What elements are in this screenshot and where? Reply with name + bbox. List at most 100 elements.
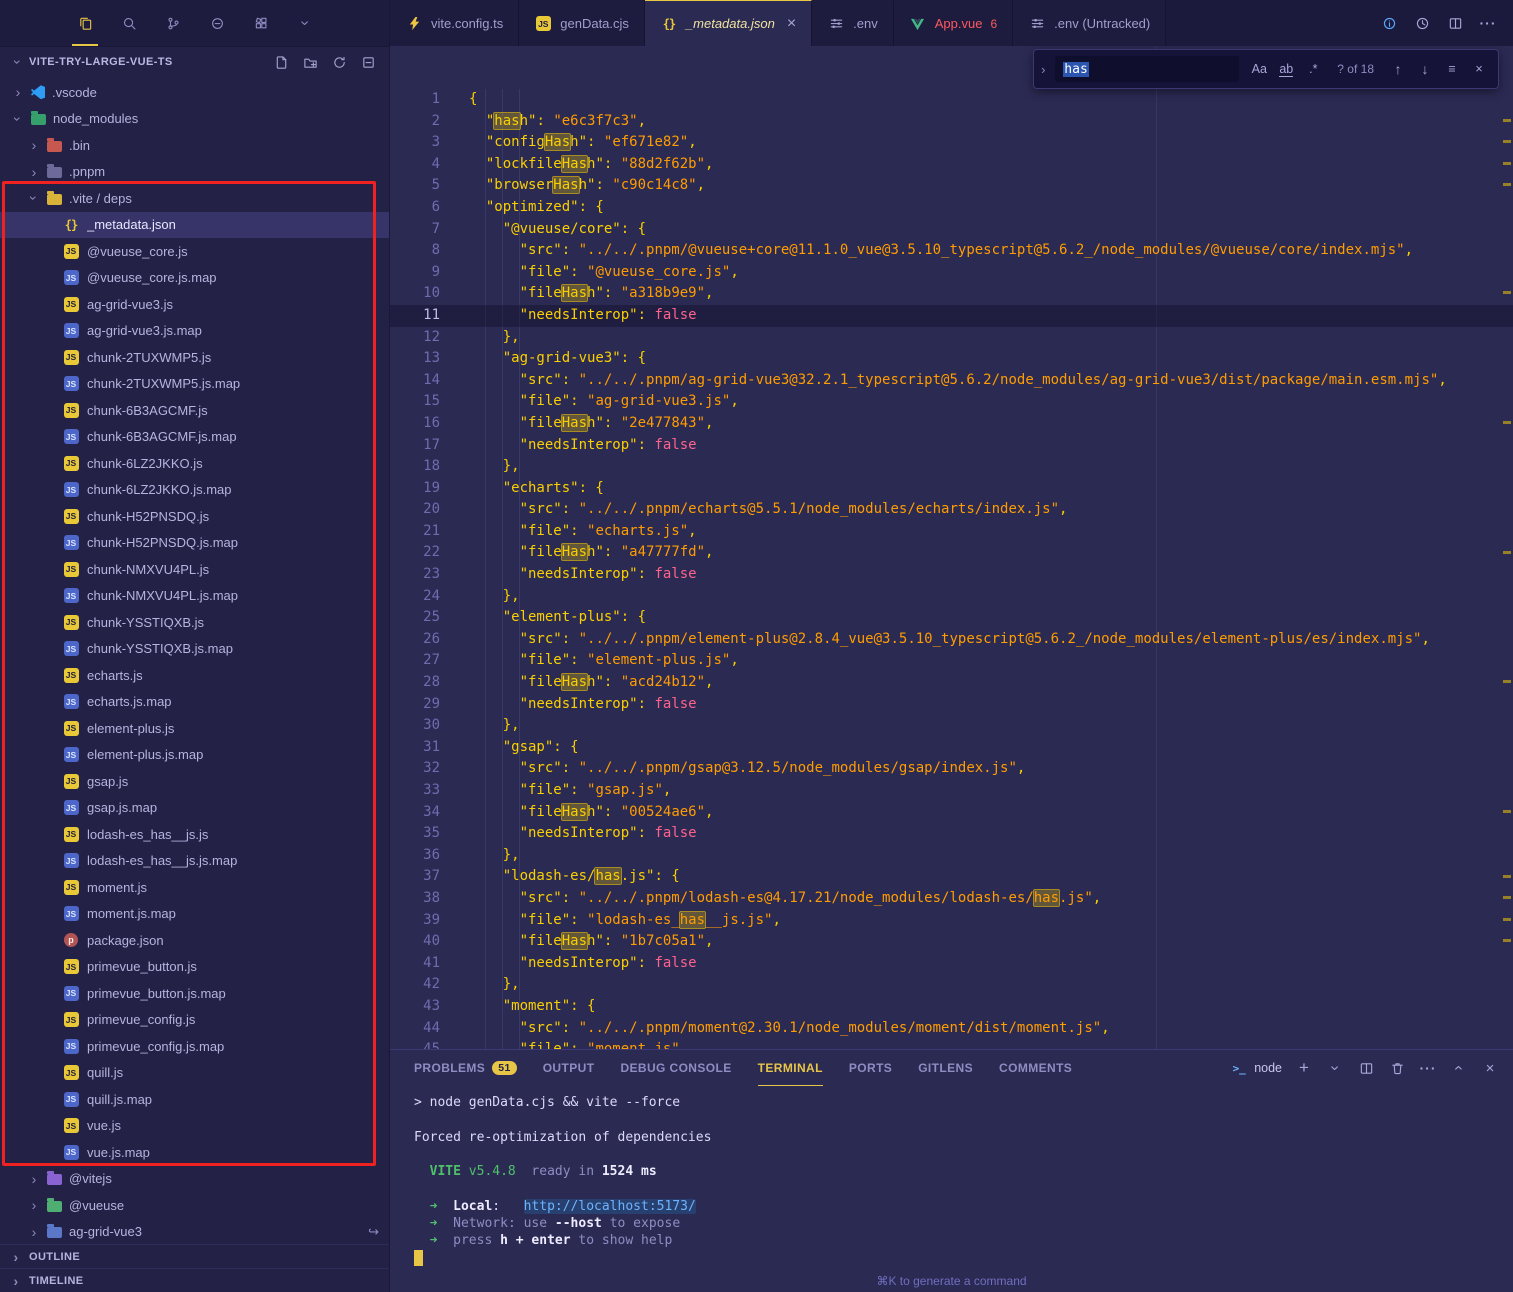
code-line[interactable]: 10 "fileHash": "a318b9e9", [390, 283, 1513, 305]
panel-tab-terminal[interactable]: TERMINAL [758, 1050, 823, 1086]
tree-item-quill-js[interactable]: JSquill.js [0, 1060, 389, 1087]
next-match-button[interactable]: ↓ [1414, 61, 1436, 77]
code-line[interactable]: 19 "echarts": { [390, 478, 1513, 500]
tree-item-primevue-config-js-map[interactable]: JSprimevue_config.js.map [0, 1033, 389, 1060]
tree-item-chunk-6lz2jkko-js[interactable]: JSchunk-6LZ2JKKO.js [0, 450, 389, 477]
tree-item-ag-grid-vue3-js-map[interactable]: JSag-grid-vue3.js.map [0, 318, 389, 345]
tree-item-element-plus-js[interactable]: JSelement-plus.js [0, 715, 389, 742]
code-line[interactable]: 18 }, [390, 456, 1513, 478]
new-folder-icon[interactable] [301, 53, 319, 71]
code-line[interactable]: 15 "file": "ag-grid-vue3.js", [390, 391, 1513, 413]
code-line[interactable]: 44 "src": "../../.pnpm/moment@2.30.1/nod… [390, 1018, 1513, 1040]
close-icon[interactable]: × [787, 15, 796, 33]
overview-ruler[interactable] [1499, 46, 1513, 1049]
collapse-all-icon[interactable] [359, 53, 377, 71]
code-line[interactable]: 32 "src": "../../.pnpm/gsap@3.12.5/node_… [390, 758, 1513, 780]
code-line[interactable]: 6 "optimized": { [390, 197, 1513, 219]
tree-item-gsap-js-map[interactable]: JSgsap.js.map [0, 795, 389, 822]
tree-item--vueuse-core-js-map[interactable]: JS@vueuse_core.js.map [0, 265, 389, 292]
info-icon[interactable] [1380, 14, 1398, 32]
refresh-icon[interactable] [330, 53, 348, 71]
previous-match-button[interactable]: ↑ [1387, 61, 1409, 77]
tree-item-element-plus-js-map[interactable]: JSelement-plus.js.map [0, 742, 389, 769]
tab-app-vue[interactable]: App.vue6 [894, 0, 1013, 46]
terminal-output[interactable]: > node genData.cjs && vite --force Force… [390, 1086, 1513, 1292]
code-line[interactable]: 8 "src": "../../.pnpm/@vueuse+core@11.1.… [390, 240, 1513, 262]
code-line[interactable]: 4 "lockfileHash": "88d2f62b", [390, 154, 1513, 176]
tab-vite-config-ts[interactable]: vite.config.ts [390, 0, 519, 46]
split-editor-icon[interactable] [1357, 1059, 1375, 1077]
tree-item-chunk-6b3agcmf-js-map[interactable]: JSchunk-6B3AGCMF.js.map [0, 424, 389, 451]
activity-item-chevron-down[interactable]: › [294, 0, 316, 46]
tree-item-primevue-config-js[interactable]: JSprimevue_config.js [0, 1007, 389, 1034]
tree-item--bin[interactable]: ›.bin [0, 132, 389, 159]
panel-tab-debug-console[interactable]: DEBUG CONSOLE [620, 1050, 731, 1086]
tree-item-chunk-2tuxwmp5-js[interactable]: JSchunk-2TUXWMP5.js [0, 344, 389, 371]
tree-item-moment-js-map[interactable]: JSmoment.js.map [0, 901, 389, 928]
code-line[interactable]: 38 "src": "../../.pnpm/lodash-es@4.17.21… [390, 888, 1513, 910]
code-line[interactable]: 28 "fileHash": "acd24b12", [390, 672, 1513, 694]
code-line[interactable]: 26 "src": "../../.pnpm/element-plus@2.8.… [390, 629, 1513, 651]
whole-word-toggle[interactable]: ab [1275, 62, 1297, 76]
chevron-down-icon[interactable]: › [26, 192, 42, 204]
code-line[interactable]: 37 "lodash-es/has.js": { [390, 866, 1513, 888]
tree-item--vite-deps[interactable]: ›.vite / deps [0, 185, 389, 212]
activity-item-search[interactable] [118, 0, 140, 46]
tree-item-chunk-ysstiqxb-js[interactable]: JSchunk-YSSTIQXB.js [0, 609, 389, 636]
code-line[interactable]: 27 "file": "element-plus.js", [390, 650, 1513, 672]
tree-item-vue-js[interactable]: JSvue.js [0, 1113, 389, 1140]
tree-item-chunk-nmxvu4pl-js-map[interactable]: JSchunk-NMXVU4PL.js.map [0, 583, 389, 610]
code-line[interactable]: 7 "@vueuse/core": { [390, 219, 1513, 241]
tree-item-primevue-button-js-map[interactable]: JSprimevue_button.js.map [0, 980, 389, 1007]
tree-item-chunk-nmxvu4pl-js[interactable]: JSchunk-NMXVU4PL.js [0, 556, 389, 583]
find-expand-toggle[interactable]: › [1036, 62, 1050, 77]
match-case-toggle[interactable]: Aa [1248, 62, 1270, 76]
activity-item-chat[interactable] [206, 0, 228, 46]
code-line[interactable]: 36 }, [390, 845, 1513, 867]
close-icon[interactable]: × [1481, 1059, 1499, 1077]
tree-item-lodash-es-has-js-js-map[interactable]: JSlodash-es_has__js.js.map [0, 848, 389, 875]
tree-item-chunk-h52pnsdq-js[interactable]: JSchunk-H52PNSDQ.js [0, 503, 389, 530]
code-area[interactable]: 1{2 "hash": "e6c3f7c3",3 "configHash": "… [390, 46, 1513, 1049]
panel-tab-gitlens[interactable]: GITLENS [918, 1050, 973, 1086]
tree-item-chunk-6lz2jkko-js-map[interactable]: JSchunk-6LZ2JKKO.js.map [0, 477, 389, 504]
code-line[interactable]: 40 "fileHash": "1b7c05a1", [390, 931, 1513, 953]
chevron-up-icon[interactable]: › [1450, 1059, 1468, 1077]
find-in-selection-button[interactable]: ≡ [1441, 62, 1463, 76]
tree-item-quill-js-map[interactable]: JSquill.js.map [0, 1086, 389, 1113]
tree-item-ag-grid-vue3-js[interactable]: JSag-grid-vue3.js [0, 291, 389, 318]
chevron-right-icon[interactable]: › [28, 1197, 40, 1213]
code-line[interactable]: 42 }, [390, 974, 1513, 996]
chevron-right-icon[interactable]: › [28, 1171, 40, 1187]
code-line[interactable]: 2 "hash": "e6c3f7c3", [390, 111, 1513, 133]
code-line[interactable]: 39 "file": "lodash-es_has__js.js", [390, 910, 1513, 932]
section-timeline[interactable]: ›TIMELINE [0, 1268, 389, 1292]
tree-item-moment-js[interactable]: JSmoment.js [0, 874, 389, 901]
tab-gendata-cjs[interactable]: JSgenData.cjs [519, 0, 645, 46]
tree-item-node-modules[interactable]: ›node_modules [0, 106, 389, 133]
tree-item-package-json[interactable]: ppackage.json [0, 927, 389, 954]
chevron-down-icon[interactable]: › [10, 56, 26, 68]
regex-toggle[interactable]: .* [1302, 62, 1324, 76]
chevron-right-icon[interactable]: › [28, 164, 40, 180]
tab--metadata-json[interactable]: {}_metadata.json× [645, 0, 812, 46]
code-line[interactable]: 43 "moment": { [390, 996, 1513, 1018]
tree-item-primevue-button-js[interactable]: JSprimevue_button.js [0, 954, 389, 981]
tree-item--vueuse[interactable]: ›@vueuse [0, 1192, 389, 1219]
tree-item-gsap-js[interactable]: JSgsap.js [0, 768, 389, 795]
code-line[interactable]: 29 "needsInterop": false [390, 694, 1513, 716]
code-line[interactable]: 5 "browserHash": "c90c14c8", [390, 175, 1513, 197]
localhost-link[interactable]: http://localhost:5173/ [524, 1199, 696, 1214]
tree-item-lodash-es-has-js-js[interactable]: JSlodash-es_has__js.js [0, 821, 389, 848]
code-line[interactable]: 13 "ag-grid-vue3": { [390, 348, 1513, 370]
history-icon[interactable] [1413, 14, 1431, 32]
tree-item-echarts-js[interactable]: JSecharts.js [0, 662, 389, 689]
terminal-shell-selector[interactable]: >_node [1230, 1059, 1282, 1077]
code-line[interactable]: 35 "needsInterop": false [390, 823, 1513, 845]
tree-item-chunk-6b3agcmf-js[interactable]: JSchunk-6B3AGCMF.js [0, 397, 389, 424]
more-icon[interactable]: ··· [1479, 14, 1497, 32]
code-line[interactable]: 23 "needsInterop": false [390, 564, 1513, 586]
chevron-right-icon[interactable]: › [12, 84, 24, 100]
code-line[interactable]: 14 "src": "../../.pnpm/ag-grid-vue3@32.2… [390, 370, 1513, 392]
tree-item--pnpm[interactable]: ›.pnpm [0, 159, 389, 186]
